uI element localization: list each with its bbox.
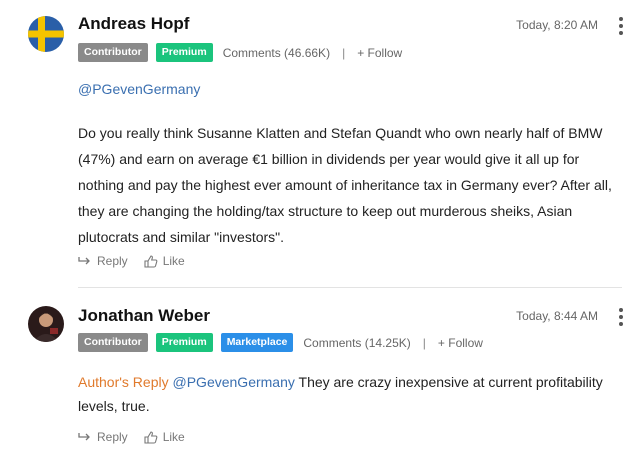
comment-andreas-hopf: Andreas Hopf Today, 8:20 AM Contributor … xyxy=(0,0,638,288)
timestamp: Today, 8:20 AM xyxy=(516,18,598,32)
marketplace-badge: Marketplace xyxy=(220,333,294,352)
author-meta: Contributor Premium Marketplace Comments… xyxy=(78,333,483,352)
contributor-badge: Contributor xyxy=(78,333,148,352)
premium-badge: Premium xyxy=(155,333,213,352)
like-label: Like xyxy=(162,254,185,268)
like-label: Like xyxy=(162,430,185,444)
comment-body: Do you really think Susanne Klatten and … xyxy=(78,125,612,245)
comments-count-link[interactable]: Comments (46.66K) xyxy=(223,46,330,60)
author-reply-label: Author's Reply xyxy=(78,374,169,390)
comment-body: Author's Reply @PGevenGermany They are c… xyxy=(78,370,618,418)
follow-button[interactable]: + Follow xyxy=(357,46,402,60)
reply-label: Reply xyxy=(97,254,128,268)
reply-button[interactable]: Reply xyxy=(78,430,128,444)
reply-button[interactable]: Reply xyxy=(78,254,128,268)
reply-icon xyxy=(78,433,90,441)
meta-separator: | xyxy=(342,45,346,60)
thumbs-up-icon xyxy=(144,430,158,444)
timestamp: Today, 8:44 AM xyxy=(516,309,598,323)
comment-actions: Reply Like xyxy=(78,430,201,444)
more-options-icon[interactable] xyxy=(618,17,624,35)
thumbs-up-icon xyxy=(144,254,158,268)
sweden-flag-icon[interactable] xyxy=(28,16,64,52)
mention-link[interactable]: @PGevenGermany xyxy=(78,81,200,97)
comment-jonathan-weber: Jonathan Weber Today, 8:44 AM Contributo… xyxy=(0,288,638,460)
comment-actions: Reply Like xyxy=(78,254,201,268)
premium-badge: Premium xyxy=(155,43,213,62)
follow-button[interactable]: + Follow xyxy=(438,336,483,350)
comments-count-link[interactable]: Comments (14.25K) xyxy=(303,336,410,350)
like-button[interactable]: Like xyxy=(144,430,185,444)
like-button[interactable]: Like xyxy=(144,254,185,268)
meta-separator: | xyxy=(422,335,426,350)
author-name[interactable]: Andreas Hopf xyxy=(78,14,189,34)
mention-link[interactable]: @PGevenGermany xyxy=(173,374,295,390)
contributor-badge: Contributor xyxy=(78,43,148,62)
author-name[interactable]: Jonathan Weber xyxy=(78,306,210,326)
user-photo-avatar[interactable] xyxy=(28,306,64,342)
reply-icon xyxy=(78,257,90,265)
more-options-icon[interactable] xyxy=(618,308,624,326)
reply-label: Reply xyxy=(97,430,128,444)
author-meta: Contributor Premium Comments (46.66K) | … xyxy=(78,43,402,62)
